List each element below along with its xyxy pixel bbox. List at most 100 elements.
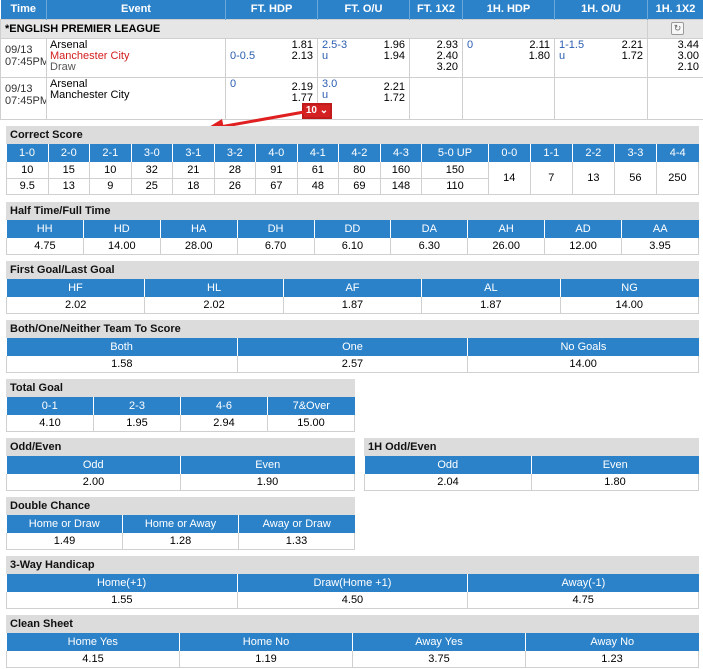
odds-value[interactable]: 1.33 bbox=[238, 533, 355, 550]
odds-value[interactable]: 6.10 bbox=[314, 238, 392, 255]
odds-value[interactable]: 3.00 bbox=[652, 50, 699, 62]
league-name: *ENGLISH PREMIER LEAGUE bbox=[0, 18, 648, 39]
odds-value[interactable]: 2.19 bbox=[230, 81, 313, 93]
table-row: 2.02 2.02 1.87 1.87 14.00 bbox=[5, 297, 700, 314]
odds-value[interactable]: 1.87 bbox=[283, 297, 423, 314]
odds-value[interactable]: 2.40 bbox=[414, 50, 458, 62]
odds-value[interactable]: 91 bbox=[255, 162, 298, 179]
first-last-goal-section: First Goal/Last Goal HF HL AF AL NG 2.02 2.02 1.… bbox=[5, 261, 700, 314]
match-event[interactable]: Arsenal Manchester City Draw bbox=[46, 37, 226, 78]
odds-value[interactable]: 6.70 bbox=[237, 238, 315, 255]
odds-value[interactable]: 2.94 bbox=[180, 415, 268, 432]
odds-value[interactable]: 1.87 bbox=[421, 297, 561, 314]
odds-value[interactable]: 32 bbox=[131, 162, 174, 179]
odds-value[interactable]: 1.72 bbox=[322, 92, 405, 104]
market-option: DD bbox=[314, 220, 392, 238]
odds-value[interactable]: 10 bbox=[6, 162, 49, 179]
odds-value[interactable]: 26.00 bbox=[467, 238, 546, 255]
odds-value[interactable]: 12.00 bbox=[544, 238, 622, 255]
odds-value[interactable]: 150 bbox=[421, 162, 489, 179]
section-title: Half Time/Full Time bbox=[6, 202, 699, 220]
table-header-row: 1-0 2-0 2-1 3-0 3-1 3-2 4-0 4-1 4-2 4-3 5-0 UP 0-0 1… bbox=[6, 144, 699, 162]
odds-value[interactable]: 250 bbox=[656, 162, 700, 195]
odds-value[interactable]: 1.90 bbox=[180, 474, 355, 491]
odds-value[interactable]: 2.57 bbox=[237, 356, 469, 373]
ft-hdp-cell: 0-0.5 1.81 2.13 bbox=[225, 37, 318, 78]
odds-value[interactable]: 67 bbox=[255, 178, 298, 195]
odds-value[interactable]: 1.81 bbox=[230, 39, 313, 51]
odds-value[interactable]: 28 bbox=[214, 162, 257, 179]
odds-value[interactable]: 1.58 bbox=[6, 356, 238, 373]
odds-value[interactable]: 3.20 bbox=[414, 61, 458, 73]
odds-value[interactable]: 110 bbox=[421, 178, 489, 195]
hdp-line: 0 bbox=[467, 38, 474, 51]
odds-value[interactable]: 1.95 bbox=[93, 415, 181, 432]
odds-value[interactable]: 1.77 bbox=[230, 92, 313, 104]
odds-value[interactable]: 4.10 bbox=[6, 415, 94, 432]
odds-value[interactable]: 4.75 bbox=[467, 592, 699, 609]
odds-value[interactable]: 80 bbox=[338, 162, 381, 179]
odds-value[interactable]: 4.75 bbox=[6, 238, 84, 255]
odds-value[interactable]: 1.49 bbox=[6, 533, 123, 550]
odds-value[interactable]: 14.00 bbox=[467, 356, 699, 373]
score-header: 3-1 bbox=[172, 144, 215, 162]
odds-value[interactable]: 48 bbox=[297, 178, 340, 195]
odds-value[interactable]: 2.02 bbox=[144, 297, 284, 314]
odds-value[interactable]: 13 bbox=[48, 178, 91, 195]
odds-value[interactable]: 28.00 bbox=[160, 238, 238, 255]
odds-value[interactable]: 18 bbox=[172, 178, 215, 195]
odds-value[interactable]: 1.80 bbox=[467, 50, 550, 62]
odds-value[interactable]: 14.00 bbox=[560, 297, 700, 314]
home-team: Arsenal bbox=[50, 38, 88, 51]
odds-value[interactable]: 1.23 bbox=[525, 651, 699, 668]
odds-value[interactable]: 2.10 bbox=[652, 61, 699, 73]
odds-value[interactable]: 1.72 bbox=[559, 50, 643, 62]
odds-value[interactable]: 14.00 bbox=[83, 238, 161, 255]
odds-value[interactable]: 1.28 bbox=[122, 533, 239, 550]
odds-value[interactable]: 148 bbox=[380, 178, 423, 195]
both-score-section: Both/One/Neither Team To Score Both One No … bbox=[6, 320, 699, 373]
section-title: 3-Way Handicap bbox=[6, 556, 699, 574]
odds-value[interactable]: 7 bbox=[530, 162, 573, 195]
odds-value[interactable]: 3.95 bbox=[621, 238, 699, 255]
odds-value[interactable]: 15 bbox=[48, 162, 91, 179]
match-row: 09/13 07:45PM Arsenal Manchester City Dr… bbox=[0, 37, 703, 78]
odds-value[interactable]: 1.55 bbox=[6, 592, 238, 609]
odds-value[interactable]: 2.00 bbox=[6, 474, 181, 491]
odds-value[interactable]: 14 bbox=[488, 162, 531, 195]
odds-value[interactable]: 56 bbox=[614, 162, 657, 195]
odds-value[interactable]: 61 bbox=[297, 162, 340, 179]
odds-value[interactable]: 25 bbox=[131, 178, 174, 195]
odds-value[interactable]: 3.75 bbox=[352, 651, 526, 668]
odds-value[interactable]: 1.80 bbox=[531, 474, 699, 491]
odds-value[interactable]: 2.04 bbox=[364, 474, 532, 491]
odds-value[interactable]: 2.93 bbox=[414, 39, 458, 51]
odds-value[interactable]: 9.5 bbox=[6, 178, 49, 195]
market-option: 0-1 bbox=[6, 397, 94, 415]
odds-value[interactable]: 4.15 bbox=[6, 651, 180, 668]
table-row: 1.58 2.57 14.00 bbox=[6, 356, 699, 373]
odds-value[interactable]: 21 bbox=[172, 162, 215, 179]
odds-value[interactable]: 13 bbox=[572, 162, 615, 195]
refresh-icon[interactable]: ↻ bbox=[671, 22, 684, 35]
odds-value[interactable]: 2.11 bbox=[467, 39, 550, 51]
table-header-row: Home or Draw Home or Away Away or Draw bbox=[6, 515, 355, 533]
odds-value[interactable]: 6.30 bbox=[390, 238, 469, 255]
odds-value[interactable]: 9 bbox=[89, 178, 132, 195]
table-row: 4.75 14.00 28.00 6.70 6.10 6.30 26.00 12.00 3.95 bbox=[6, 238, 699, 255]
odds-value[interactable]: 26 bbox=[214, 178, 257, 195]
market-option: Home or Draw bbox=[6, 515, 123, 533]
odds-value[interactable]: 1.94 bbox=[322, 50, 405, 62]
match-event[interactable]: Arsenal Manchester City bbox=[46, 76, 226, 120]
odds-value[interactable]: 4.50 bbox=[237, 592, 469, 609]
col-ft-1x2: FT. 1X2 bbox=[409, 0, 463, 19]
odds-value[interactable]: 10 bbox=[89, 162, 132, 179]
section-title: Correct Score bbox=[6, 126, 699, 144]
odds-value[interactable]: 3.44 bbox=[652, 39, 699, 51]
odds-value[interactable]: 15.00 bbox=[267, 415, 355, 432]
odds-value[interactable]: 69 bbox=[338, 178, 381, 195]
odds-value[interactable]: 2.02 bbox=[5, 297, 146, 314]
match-table-header: Time Event FT. HDP FT. O/U FT. 1X2 1H. H… bbox=[0, 0, 703, 19]
odds-value[interactable]: 160 bbox=[380, 162, 423, 179]
odds-value[interactable]: 1.19 bbox=[179, 651, 353, 668]
